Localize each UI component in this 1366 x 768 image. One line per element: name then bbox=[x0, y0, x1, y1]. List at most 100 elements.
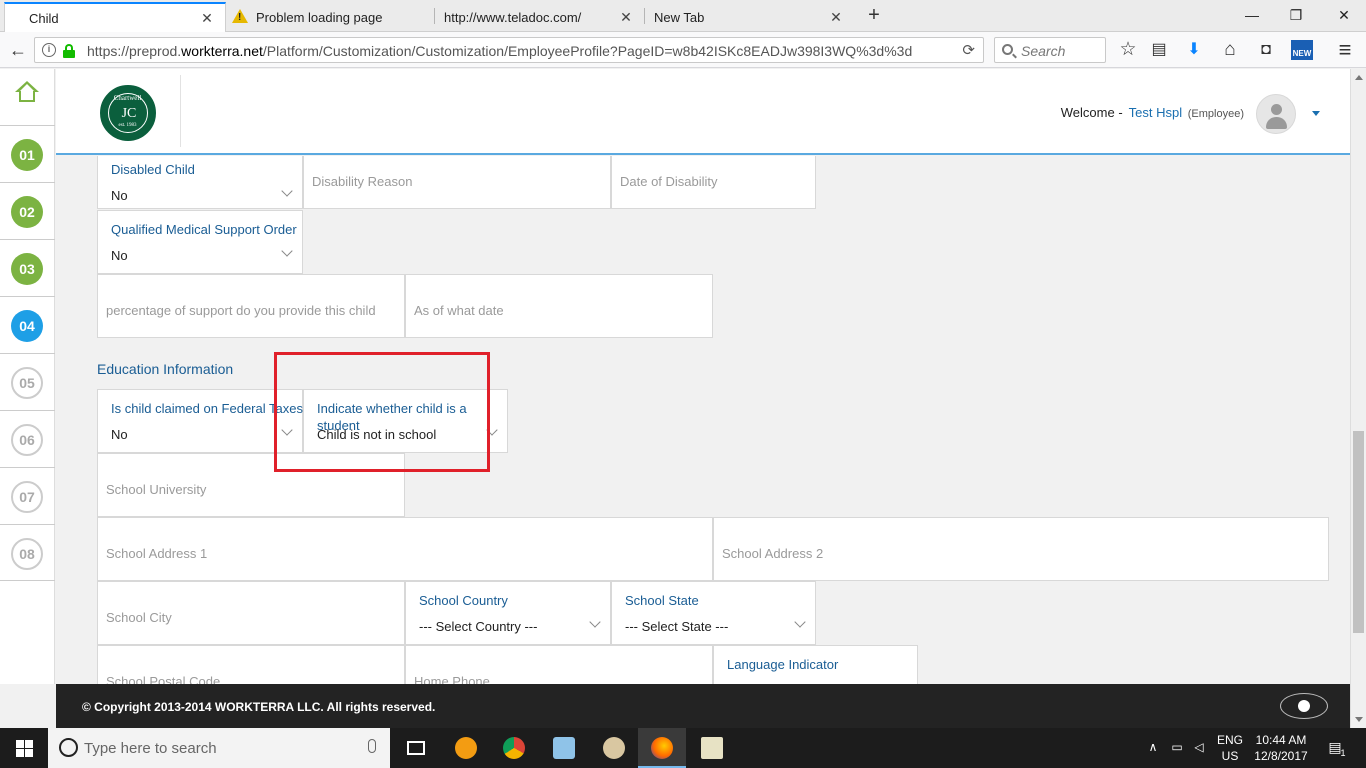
bookmark-star-icon[interactable]: ☆ bbox=[1116, 38, 1140, 62]
field-placeholder: Date of Disability bbox=[620, 174, 718, 189]
chevron-down-icon[interactable] bbox=[1312, 111, 1320, 116]
step-08[interactable]: 08 bbox=[0, 524, 55, 581]
step-04[interactable]: 04 bbox=[0, 296, 55, 353]
avatar[interactable] bbox=[1256, 94, 1296, 134]
reload-icon[interactable]: ⟳ bbox=[962, 41, 975, 59]
tab-problem-loading[interactable]: Problem loading page bbox=[226, 2, 434, 32]
menu-icon[interactable]: ≡ bbox=[1333, 38, 1357, 62]
date-of-disability-input[interactable]: Date of Disability bbox=[611, 156, 816, 209]
school-city-input[interactable]: School City bbox=[97, 581, 405, 645]
step-07[interactable]: 07 bbox=[0, 467, 55, 524]
download-icon[interactable]: ⬇ bbox=[1182, 38, 1206, 62]
user-role: (Employee) bbox=[1187, 108, 1244, 120]
logo-year: est. 1983 bbox=[118, 123, 137, 128]
taskbar-app-spreadsheet[interactable] bbox=[688, 728, 736, 768]
school-postal-code-input[interactable]: School Postal Code bbox=[97, 645, 405, 684]
step-06[interactable]: 06 bbox=[0, 410, 55, 467]
close-icon[interactable]: ✕ bbox=[828, 9, 844, 25]
scroll-up-arrow-icon[interactable] bbox=[1355, 75, 1363, 80]
field-value: No bbox=[111, 248, 128, 263]
clock[interactable]: 10:44 AM 12/8/2017 bbox=[1252, 728, 1310, 768]
taskbar-app-chrome[interactable] bbox=[490, 728, 538, 768]
reading-list-icon[interactable]: ▤ bbox=[1147, 38, 1171, 62]
close-icon[interactable]: ✕ bbox=[199, 10, 215, 26]
home-icon[interactable]: ⌂ bbox=[1218, 38, 1242, 62]
chevron-down-icon bbox=[794, 616, 806, 628]
company-logo[interactable]: Chartwell JC est. 1983 bbox=[100, 85, 156, 141]
close-window-button[interactable]: ✕ bbox=[1322, 4, 1366, 26]
qmso-select[interactable]: Qualified Medical Support Order No bbox=[97, 210, 303, 274]
volume-icon[interactable]: ◁ bbox=[1188, 728, 1210, 768]
page-footer: © Copyright 2013-2014 WORKTERRA LLC. All… bbox=[56, 684, 1350, 728]
back-arrow-icon[interactable]: ← bbox=[6, 38, 30, 62]
school-state-select[interactable]: School State --- Select State --- bbox=[611, 581, 816, 645]
taskbar-app-flame[interactable] bbox=[442, 728, 490, 768]
taskbar-app-firefox[interactable] bbox=[638, 728, 686, 768]
step-01[interactable]: 01 bbox=[0, 125, 55, 182]
scrollbar-thumb[interactable] bbox=[1353, 431, 1364, 633]
field-label: School State bbox=[625, 593, 699, 608]
tab-new-tab[interactable]: New Tab ✕ bbox=[632, 2, 854, 32]
step-03[interactable]: 03 bbox=[0, 239, 55, 296]
disability-reason-input[interactable]: Disability Reason bbox=[303, 156, 611, 209]
logo-mark: JC bbox=[121, 106, 137, 121]
home-phone-input[interactable]: Home Phone bbox=[405, 645, 713, 684]
pocket-icon[interactable]: ◘ bbox=[1254, 38, 1278, 62]
welcome-text: Welcome - Test Hspl (Employee) bbox=[1061, 105, 1244, 120]
step-number: 03 bbox=[11, 253, 43, 285]
url-text[interactable]: https://preprod.workterra.net/Platform/C… bbox=[87, 43, 912, 59]
warning-icon bbox=[232, 9, 248, 23]
tab-label: New Tab bbox=[654, 9, 705, 25]
header-divider bbox=[180, 75, 181, 147]
taskbar-search-input[interactable]: Type here to search bbox=[48, 728, 390, 768]
user-name-link[interactable]: Test Hspl bbox=[1129, 105, 1182, 120]
notification-count: 1 bbox=[1340, 748, 1346, 758]
tab-teladoc[interactable]: http://www.teladoc.com/ ✕ bbox=[422, 2, 644, 32]
footer-logo bbox=[1280, 693, 1328, 719]
school-address2-input[interactable]: School Address 2 bbox=[713, 517, 1329, 581]
as-of-date-input[interactable]: As of what date bbox=[405, 274, 713, 338]
field-placeholder: As of what date bbox=[414, 303, 504, 318]
cortana-icon bbox=[59, 738, 78, 757]
network-icon[interactable]: ▭ bbox=[1166, 728, 1188, 768]
minimize-button[interactable]: — bbox=[1230, 4, 1274, 26]
step-number: 07 bbox=[11, 481, 43, 513]
claimed-federal-taxes-select[interactable]: Is child claimed on Federal Taxes No bbox=[97, 389, 303, 453]
school-country-select[interactable]: School Country --- Select Country --- bbox=[405, 581, 611, 645]
taskbar-search-placeholder: Type here to search bbox=[84, 740, 217, 757]
welcome-prefix: Welcome - bbox=[1060, 105, 1123, 120]
field-value: No bbox=[111, 188, 128, 203]
task-view-button[interactable] bbox=[392, 728, 440, 768]
language-indicator[interactable]: ENG US bbox=[1212, 728, 1248, 768]
maximize-button[interactable]: ❐ bbox=[1274, 4, 1318, 26]
field-value: Child is not in school bbox=[317, 427, 437, 442]
browser-search-input[interactable]: Search bbox=[994, 37, 1106, 63]
step-05[interactable]: 05 bbox=[0, 353, 55, 410]
tab-child[interactable]: Child ✕ bbox=[4, 2, 226, 32]
page-scrollbar[interactable] bbox=[1350, 69, 1366, 728]
info-icon[interactable]: i bbox=[42, 43, 56, 57]
tray-chevron-up-icon[interactable]: ∧ bbox=[1142, 728, 1164, 768]
step-number: 01 bbox=[11, 139, 43, 171]
start-button[interactable] bbox=[0, 728, 48, 768]
new-extension-icon[interactable]: NEW bbox=[1291, 40, 1313, 60]
new-tab-button[interactable]: + bbox=[862, 4, 886, 28]
school-university-input[interactable]: School University bbox=[97, 453, 405, 517]
microphone-icon[interactable] bbox=[368, 739, 376, 753]
school-address1-input[interactable]: School Address 1 bbox=[97, 517, 713, 581]
is-student-select[interactable]: Indicate whether child is a student Chil… bbox=[303, 389, 508, 453]
home-icon[interactable] bbox=[15, 81, 39, 103]
field-label: School Country bbox=[419, 593, 508, 608]
support-percentage-input[interactable]: percentage of support do you provide thi… bbox=[97, 274, 405, 338]
scroll-down-arrow-icon[interactable] bbox=[1355, 717, 1363, 722]
search-placeholder: Search bbox=[1021, 43, 1066, 59]
taskbar-app-notes[interactable] bbox=[540, 728, 588, 768]
lock-icon[interactable] bbox=[63, 44, 75, 58]
step-02[interactable]: 02 bbox=[0, 182, 55, 239]
url-bar[interactable]: i https://preprod.workterra.net/Platform… bbox=[34, 37, 984, 63]
language-indicator-select[interactable]: Language Indicator bbox=[713, 645, 918, 684]
chevron-down-icon bbox=[281, 424, 293, 436]
taskbar-app-paint[interactable] bbox=[590, 728, 638, 768]
notification-center-icon[interactable]: ▤ 1 bbox=[1320, 728, 1350, 768]
disabled-child-select[interactable]: Disabled Child No bbox=[97, 156, 303, 209]
